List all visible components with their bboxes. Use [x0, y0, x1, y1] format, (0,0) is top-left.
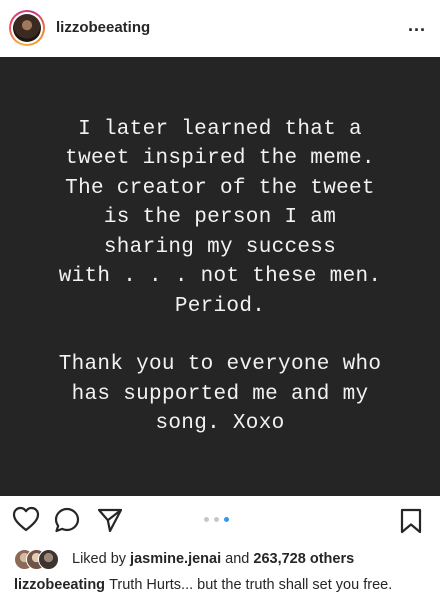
post-header: lizzobeeating ... [0, 0, 440, 57]
share-icon[interactable] [96, 506, 124, 539]
liked-by-and: and [225, 551, 250, 567]
liked-by-prefix: Liked by [72, 551, 127, 567]
story-line: I later learned that a [78, 117, 362, 141]
avatar[interactable] [9, 10, 45, 46]
more-options-icon[interactable]: ... [408, 16, 426, 34]
story-line: Period. [174, 294, 266, 318]
avatar-photo [13, 14, 41, 42]
liked-by-avatars[interactable] [14, 548, 72, 570]
story-line: song. Xoxo [155, 412, 285, 435]
comment-icon[interactable] [53, 506, 81, 539]
post-image[interactable]: I later learned that a tweet inspired th… [0, 57, 440, 496]
username[interactable]: lizzobeeating [56, 19, 150, 36]
carousel-dot-active [224, 517, 229, 522]
caption: lizzobeeating Truth Hurts... but the tru… [14, 577, 392, 593]
avatar [38, 549, 59, 570]
caption-username[interactable]: lizzobeeating [14, 577, 105, 593]
bookmark-icon[interactable] [399, 507, 423, 540]
caption-text: Truth Hurts... but the truth shall set y… [109, 577, 393, 593]
likes-count[interactable]: 263,728 others [253, 551, 354, 567]
liked-by-user[interactable]: jasmine.jenai [130, 551, 221, 567]
story-text: I later learned that a tweet inspired th… [59, 115, 382, 439]
story-line: sharing my success [103, 235, 337, 259]
likes-row: Liked by jasmine.jenai and 263,728 other… [14, 548, 354, 570]
avatar-ring [11, 12, 43, 44]
story-line: Thank you to everyone who [58, 353, 382, 376]
carousel-dot [204, 517, 209, 522]
carousel-indicator [204, 517, 229, 522]
story-line: tweet inspired the meme. [65, 147, 375, 170]
heart-icon[interactable] [12, 506, 40, 537]
carousel-dot [214, 517, 219, 522]
story-line: with . . . not these men. [58, 265, 382, 288]
story-line: The creator of the tweet [65, 176, 375, 200]
story-line: has supported me and my [71, 382, 369, 406]
story-line: is the person I am [103, 206, 337, 229]
